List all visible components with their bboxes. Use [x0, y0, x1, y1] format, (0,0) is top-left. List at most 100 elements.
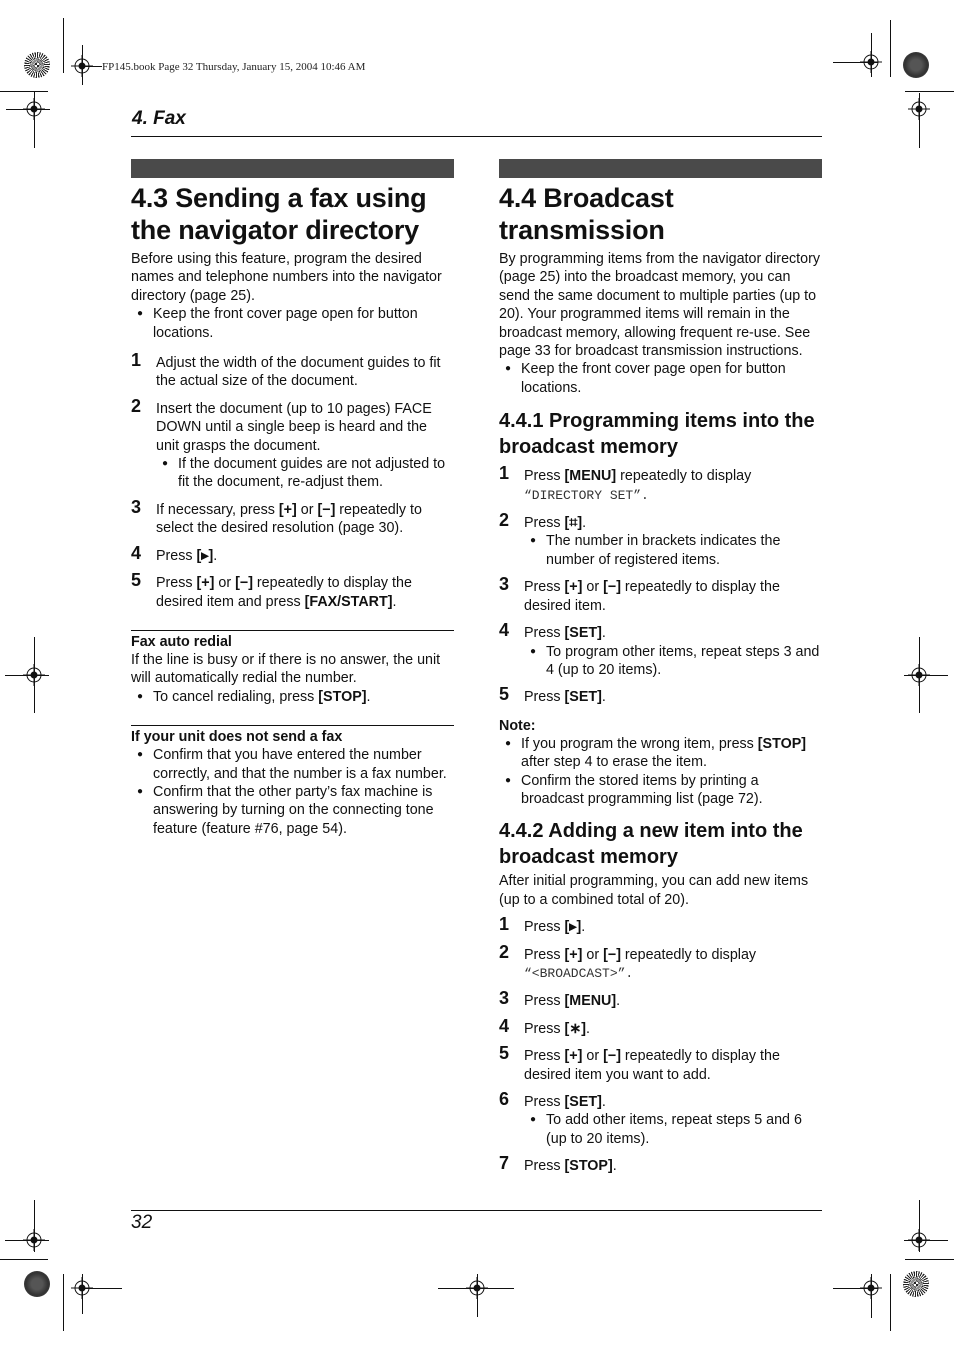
plus-key: [+]: [564, 946, 583, 963]
menu-key: [MENU]: [564, 468, 617, 485]
crop-mark: [34, 92, 35, 148]
stop-key: [STOP]: [318, 688, 367, 705]
chapter-title: 4. Fax: [132, 108, 186, 129]
step-1: 1 Adjust the width of the document guide…: [131, 350, 441, 390]
intro-text: By programming items from the navigator …: [499, 251, 821, 360]
bullet-item: Keep the front cover page open for butto…: [131, 305, 454, 342]
bullet-item: Keep the front cover page open for butto…: [499, 360, 822, 397]
subsection-title: 4.4.1 Programming items into the broadca…: [499, 410, 815, 459]
step-number: 2: [499, 510, 510, 531]
crop-mark: [0, 91, 48, 92]
crop-mark: [82, 66, 102, 67]
step-5: 5 Press [SET].: [499, 684, 606, 706]
crop-mark: [0, 1259, 48, 1260]
crop-mark: [871, 1274, 872, 1318]
plus-key: [+]: [196, 575, 215, 592]
set-key: [SET]: [564, 625, 602, 642]
step-number: 3: [499, 988, 510, 1009]
step-3: 3 Press [MENU].: [499, 988, 621, 1010]
crop-mark: [890, 20, 891, 77]
step-number: 2: [131, 395, 142, 416]
menu-key: [MENU]: [564, 993, 617, 1010]
bullet-item: The number in brackets indicates the num…: [524, 532, 822, 569]
set-key: [SET]: [564, 689, 602, 706]
crop-mark: [905, 91, 954, 92]
crop-mark: [82, 1274, 83, 1314]
crop-mark: [919, 93, 920, 148]
crop-mark: [919, 637, 920, 713]
crop-mark: [82, 1288, 122, 1289]
step-1: 1 Press [MENU] repeatedly to display “DI…: [499, 463, 752, 503]
subsection-title: 4.4.2 Adding a new item into the broadca…: [499, 820, 803, 869]
step-number: 5: [499, 1043, 510, 1064]
step-6: 6 Press [SET]. To add other items, repea…: [499, 1089, 822, 1148]
intro-text: After initial programming, you can add n…: [499, 873, 809, 908]
crop-mark: [904, 1240, 948, 1241]
bullet-item: To add other items, repeat steps 5 and 6…: [524, 1111, 822, 1148]
minus-key: [−]: [317, 501, 336, 518]
step-3: 3 Press [+] or [−] repeatedly to display…: [499, 574, 780, 614]
bullet-item: To cancel redialing, press [STOP].: [131, 688, 454, 707]
step-number: 3: [499, 574, 510, 595]
crop-mark: [904, 675, 948, 676]
lcd-display-text: “<BROADCAST>”.: [524, 965, 634, 981]
step-1: 1 Press [▸].: [499, 914, 586, 936]
page-number: 32: [131, 1212, 153, 1233]
step-4: 4 Press [∗].: [499, 1015, 591, 1037]
set-key: [SET]: [564, 1094, 602, 1110]
registration-wheel-top-left: [24, 52, 50, 78]
step-number: 6: [499, 1089, 510, 1109]
section-title: 4.3 Sending a fax using the navigator di…: [131, 183, 427, 245]
redial-text: If the line is busy or if there is no an…: [131, 651, 441, 687]
hash-key-icon: [⌗]: [564, 515, 583, 532]
right-arrow-key-icon: [▸]: [196, 547, 214, 564]
crop-mark: [63, 1274, 64, 1331]
step-number: 5: [499, 684, 510, 705]
lcd-display-text: “DIRECTORY SET”.: [524, 487, 649, 503]
bullet-item: If you program the wrong item, press [ST…: [499, 735, 822, 772]
registration-target-icon: [860, 51, 882, 73]
footer-rule: [131, 1210, 822, 1211]
star-key-icon: [∗]: [564, 1020, 587, 1037]
step-4: 4 Press [▸].: [131, 542, 218, 564]
step-number: 1: [499, 463, 510, 484]
step-number: 4: [131, 542, 142, 563]
minus-key: [−]: [603, 1048, 621, 1065]
book-slug: FP145.book Page 32 Thursday, January 15,…: [102, 61, 366, 73]
crop-mark: [905, 1259, 954, 1260]
intro-text: Before using this feature, program the d…: [131, 251, 442, 304]
step-7: 7 Press [STOP].: [499, 1153, 617, 1175]
step-number: 1: [499, 914, 510, 935]
note-label: Note:: [499, 717, 536, 734]
section-title: 4.4 Broadcast transmission: [499, 183, 674, 245]
plus-key: [+]: [278, 501, 297, 518]
minus-key: [−]: [235, 575, 253, 592]
registration-wheel-bottom-right: [903, 1271, 929, 1297]
step-number: 7: [499, 1153, 510, 1174]
bullet-item: To program other items, repeat steps 3 a…: [524, 643, 822, 680]
crop-mark: [890, 1274, 891, 1331]
step-number: 2: [499, 941, 510, 962]
plus-key: [+]: [564, 579, 583, 596]
crop-mark: [34, 637, 35, 713]
minus-key: [−]: [603, 579, 621, 596]
redial-heading: Fax auto redial: [131, 629, 454, 651]
right-arrow-key-icon: [▸]: [564, 919, 582, 936]
step-2: 2 Press [⌗]. The number in brackets indi…: [499, 510, 822, 569]
bullet-item: Confirm that you have entered the number…: [131, 746, 454, 783]
step-number: 4: [499, 1015, 510, 1036]
crop-mark: [6, 109, 50, 110]
stop-key: [STOP]: [757, 735, 806, 752]
minus-key: [−]: [603, 946, 621, 963]
step-5: 5 Press [+] or [−] repeatedly to display…: [499, 1043, 780, 1083]
step-4: 4 Press [SET]. To program other items, r…: [499, 621, 822, 680]
registration-wheel-bottom-left: [24, 1271, 50, 1297]
header-rule: [131, 136, 822, 137]
step-number: 3: [131, 496, 142, 517]
left-column: 4.3 Sending a fax using the navigator di…: [131, 159, 454, 838]
crop-mark: [5, 1240, 49, 1241]
step-number: 1: [131, 350, 142, 371]
registration-wheel-top-right: [903, 52, 929, 78]
step-number: 5: [131, 570, 142, 591]
step-3: 3 If necessary, press [+] or [−] repeate…: [131, 496, 422, 537]
